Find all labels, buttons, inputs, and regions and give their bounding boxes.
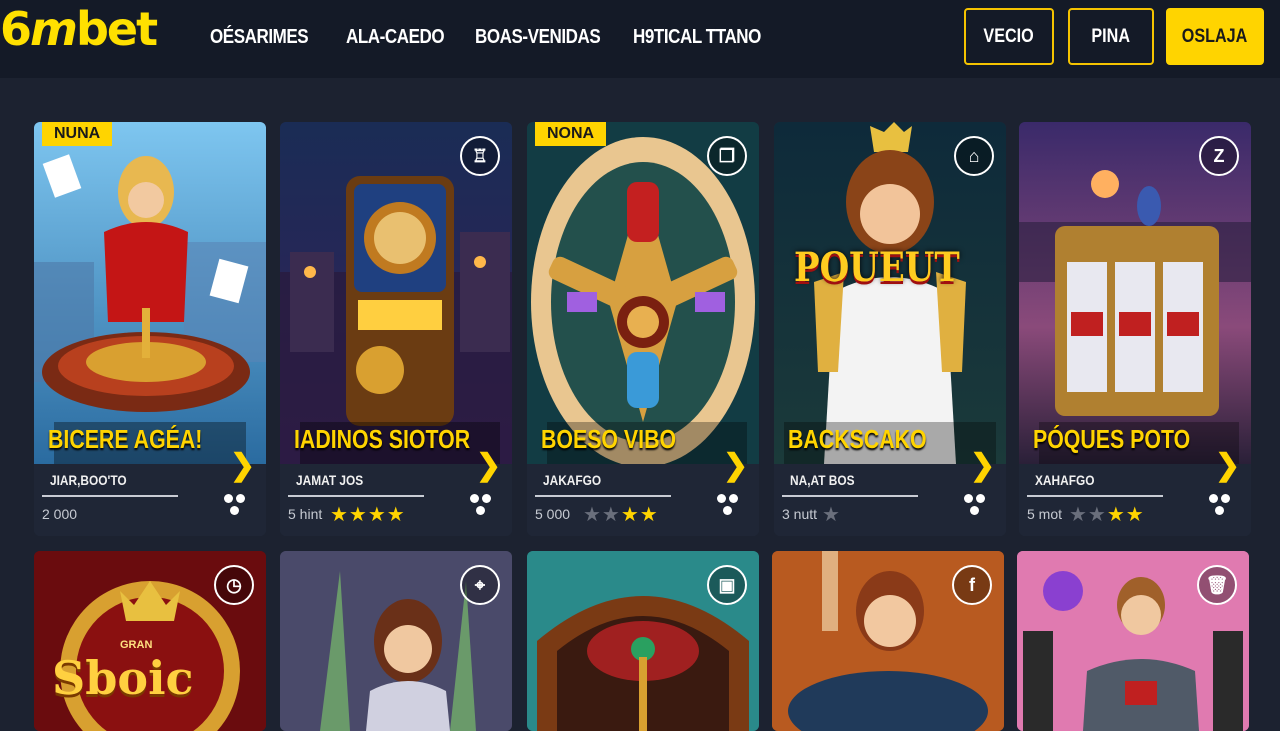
nav-item-1[interactable]: OÉSARIMES (210, 26, 309, 49)
poker-logo: POUEUT (794, 244, 960, 291)
game-subtitle: XAHAFGO (1035, 472, 1095, 488)
game-art-jewel: NONA ❐ (527, 122, 759, 464)
header-button-1[interactable]: VECIO (964, 8, 1054, 65)
timer-icon[interactable]: ⌖ (460, 565, 500, 605)
game-card-5[interactable]: Z PÓQUES POTO ❯ XAHAFGO 5 mot ★★★★ (1019, 122, 1251, 536)
game-card-6[interactable]: Sboic GRAN ◷ (34, 551, 266, 731)
game-subtitle: JIAR,BOO'TO (50, 472, 127, 488)
game-card-7[interactable]: ⌖ (280, 551, 512, 731)
more-options-icon[interactable] (964, 494, 988, 520)
game-title: BICERE AGÉA! (48, 424, 203, 454)
chevron-icon[interactable]: ❯ (970, 448, 995, 483)
game-subtitle: JAKAFGO (543, 472, 602, 488)
more-options-icon[interactable] (717, 494, 741, 520)
rating-stars: ★★★★ (583, 504, 659, 526)
trash-icon[interactable]: 🗑 (1197, 565, 1237, 605)
game-meta: 3 nutt (782, 506, 818, 522)
nav-item-3[interactable]: BOAS-VENIDAS (475, 26, 601, 49)
house-icon[interactable]: ⌂ (954, 136, 994, 176)
z-icon[interactable]: Z (1199, 136, 1239, 176)
more-options-icon[interactable] (470, 494, 494, 520)
game-subtitle: NA,AT BOS (790, 472, 855, 488)
game-card-2[interactable]: ♖ IADINOS SIOTOR ❯ JAMAT JOS 5 hint ★★★★ (280, 122, 512, 536)
game-card-10[interactable]: 🗑 (1017, 551, 1249, 731)
nav-item-2[interactable]: ALA-CAEDO (346, 26, 445, 49)
more-options-icon[interactable] (1209, 494, 1233, 520)
chevron-icon[interactable]: ❯ (723, 448, 748, 483)
header-button-2[interactable]: PINA (1068, 8, 1154, 65)
top-bar: 6mbet OÉSARIMES ALA-CAEDO BOAS-VENIDAS H… (0, 0, 1280, 78)
game-meta: 5 hint (288, 506, 323, 522)
game-meta: 5 000 (535, 506, 571, 522)
divider (535, 495, 671, 497)
facebook-icon[interactable]: f (952, 565, 992, 605)
clock-icon[interactable]: ◷ (214, 565, 254, 605)
game-card-1[interactable]: NUNA BICERE AGÉA! ❯ JIAR,BOO'TO 2 000 (34, 122, 266, 536)
game-art-slot: ♖ (280, 122, 512, 464)
divider (42, 495, 178, 497)
chevron-icon[interactable]: ❯ (1215, 448, 1240, 483)
game-card-9[interactable]: f (772, 551, 1004, 731)
nav-item-4[interactable]: H9TICAL TTANO (633, 26, 761, 49)
game-card-3[interactable]: NONA ❐ BOESO VIBO ❯ JAKAFGO 5 000 ★★★★ (527, 122, 759, 536)
game-card-8[interactable]: ▣ (527, 551, 759, 731)
game-art-roulette: NUNA (34, 122, 266, 464)
game-subtitle: JAMAT JOS (296, 472, 364, 488)
game-meta: 5 mot (1027, 506, 1063, 522)
header-button-3[interactable]: OSLAJA (1166, 8, 1264, 65)
divider (782, 495, 918, 497)
sboic-small-label: GRAN (120, 639, 153, 651)
game-art-poker: POUEUT ⌂ (774, 122, 1006, 464)
game-title: IADINOS SIOTOR (294, 424, 471, 454)
game-title: PÓQUES POTO (1033, 424, 1191, 454)
game-art-slot-machine: Z (1019, 122, 1251, 464)
chevron-icon[interactable]: ❯ (476, 448, 501, 483)
game-meta: 2 000 (42, 506, 78, 522)
rating-stars: ★ (822, 504, 841, 526)
game-title: BACKSCAKO (788, 424, 927, 454)
jewel-icon[interactable]: ❐ (707, 136, 747, 176)
card-badge: NONA (535, 122, 607, 146)
slot2-icon[interactable]: ▣ (707, 565, 747, 605)
chevron-icon[interactable]: ❯ (230, 448, 255, 483)
divider (1027, 495, 1163, 497)
card-badge: NUNA (42, 122, 113, 146)
slot-icon[interactable]: ♖ (460, 136, 500, 176)
rating-stars: ★★★★ (1069, 504, 1145, 526)
more-options-icon[interactable] (224, 494, 248, 520)
game-title: BOESO VIBO (541, 424, 677, 454)
sboic-logo: Sboic (52, 651, 194, 705)
site-logo[interactable]: 6mbet (0, 2, 158, 56)
rating-stars: ★★★★ (330, 504, 406, 526)
divider (288, 495, 424, 497)
game-card-4[interactable]: POUEUT ⌂ BACKSCAKO ❯ NA,AT BOS 3 nutt ★ (774, 122, 1006, 536)
